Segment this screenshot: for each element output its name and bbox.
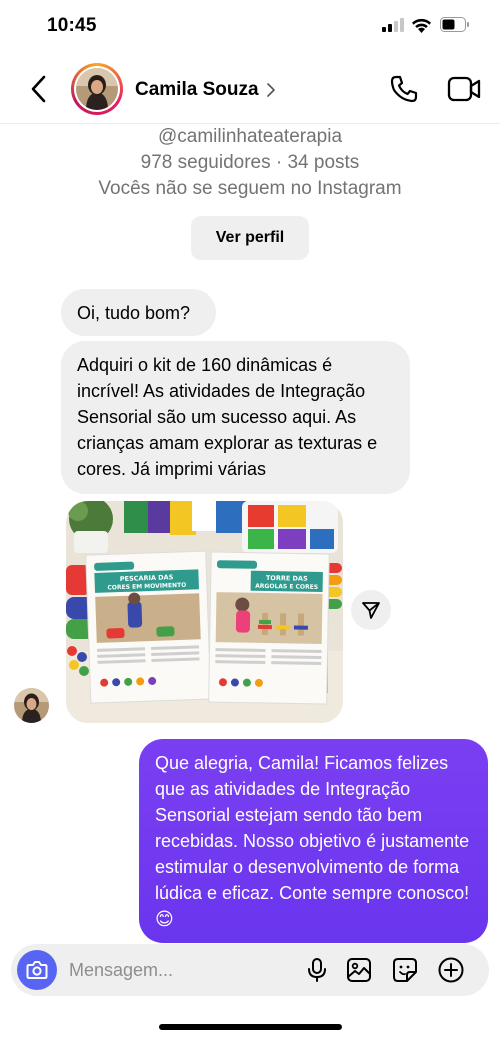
outgoing-message[interactable]: Que alegria, Camila! Ficamos felizes que… (139, 739, 488, 943)
contact-name[interactable]: Camila Souza (135, 79, 259, 101)
follow-status: Vocês não se seguem no Instagram (98, 178, 402, 199)
share-icon (362, 602, 380, 619)
avatar-photo (76, 68, 118, 110)
incoming-message[interactable]: Adquiri o kit de 160 dinâmicas é incríve… (61, 341, 410, 494)
back-arrow-icon[interactable] (28, 74, 50, 104)
status-time: 10:45 (47, 15, 97, 36)
sticker-icon[interactable] (391, 956, 419, 984)
home-indicator (159, 1024, 342, 1030)
mic-icon[interactable] (303, 956, 331, 984)
wifi-icon (412, 18, 431, 33)
avatar[interactable] (71, 63, 123, 115)
sender-avatar[interactable] (14, 688, 49, 723)
profile-handle: @camilinhateaterapia (157, 126, 343, 147)
chat-header: Camila Souza (0, 54, 500, 124)
right-card-title: TORRE DAS (266, 574, 308, 583)
phone-icon[interactable] (389, 74, 419, 104)
cellular-signal-icon (382, 18, 404, 32)
svg-text:ARGOLAS E CORES: ARGOLAS E CORES (255, 583, 318, 591)
profile-stats: 978 seguidores · 34 posts (140, 152, 360, 173)
status-bar: 10:45 (0, 0, 500, 54)
plus-icon[interactable] (437, 956, 465, 984)
message-composer (11, 944, 489, 996)
gallery-icon[interactable] (345, 956, 373, 984)
share-button[interactable] (351, 590, 391, 630)
photo-message[interactable]: PESCARIA DAS CORES EM MOVIMENTO TORRE DA (66, 501, 343, 723)
chevron-right-icon[interactable] (266, 83, 276, 97)
view-profile-button[interactable]: Ver perfil (191, 216, 309, 260)
incoming-message[interactable]: Oi, tudo bom? (61, 289, 216, 336)
header-divider (0, 123, 500, 124)
photo-message-image: PESCARIA DAS CORES EM MOVIMENTO TORRE DA (66, 501, 343, 723)
video-icon[interactable] (447, 75, 481, 103)
camera-icon (26, 961, 48, 979)
battery-icon (440, 17, 469, 32)
message-input[interactable] (69, 957, 289, 983)
camera-button[interactable] (17, 950, 57, 990)
